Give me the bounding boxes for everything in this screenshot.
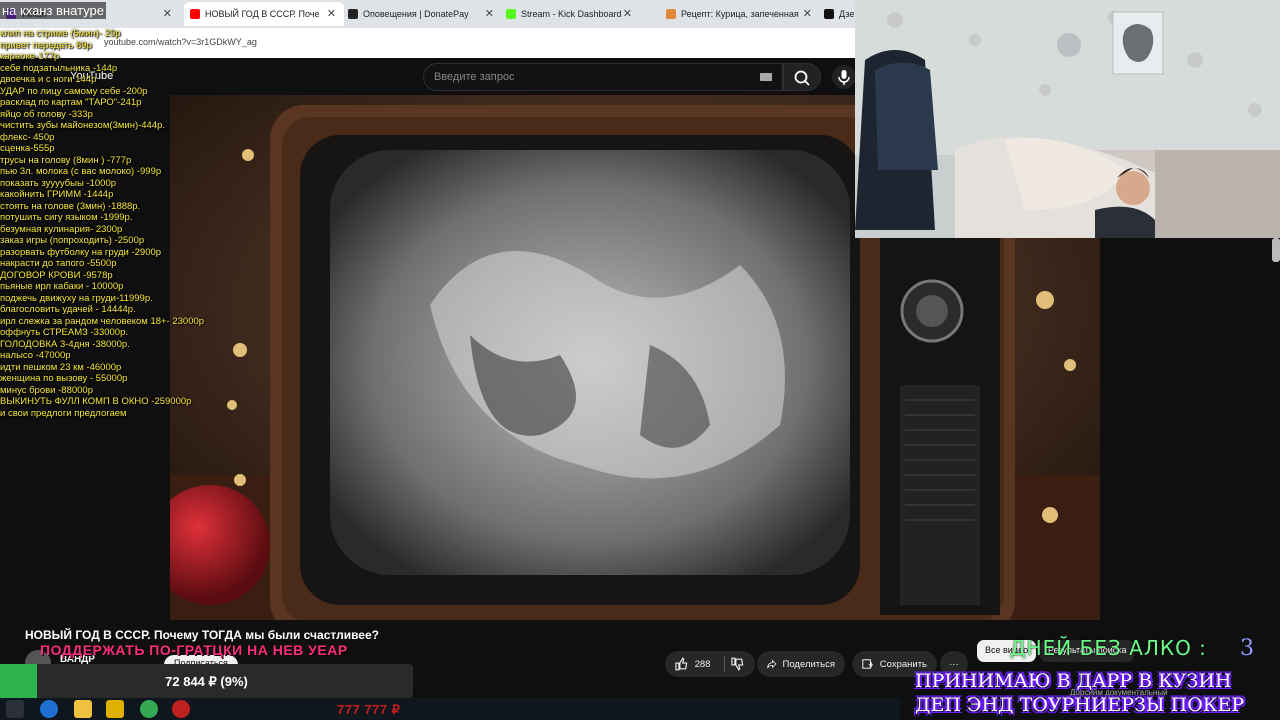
- tab-favicon-icon: [348, 9, 358, 19]
- tab-label: Рецепт: Курица, запеченная: [681, 9, 799, 19]
- donation-item: двоечка и с ноги 144р: [0, 74, 97, 85]
- page-scrollbar[interactable]: [1272, 238, 1280, 262]
- donation-item: себе подзатыльника -144р: [0, 62, 118, 74]
- tab-favicon-icon: [190, 9, 200, 19]
- microphone-icon: [838, 70, 850, 85]
- like-dislike-group[interactable]: 288: [665, 651, 755, 677]
- donation-item: женщина по вызову - 55000р: [0, 373, 128, 384]
- tab-favicon-icon: [666, 9, 676, 19]
- donation-goal-text: 72 844 ₽ (9%): [165, 674, 248, 689]
- donation-item: привет передать 89р: [0, 39, 92, 51]
- close-tab-icon[interactable]: ✕: [485, 7, 494, 20]
- search-icon: [794, 70, 810, 86]
- chrome-icon[interactable]: [140, 700, 158, 718]
- donation-item: пьяные ирл кабаки - 10000р: [0, 281, 124, 292]
- donation-item: флекс- 450р: [0, 131, 55, 143]
- close-tab-icon[interactable]: ✕: [623, 7, 632, 20]
- days-sober-label: ДНЕЙ БЕЗ АЛКО :: [1010, 636, 1207, 660]
- support-text: ПОДДЕРЖАТЬ ПО-ГРАТЦКИ НА НЕВ УЕАР: [40, 642, 348, 658]
- donation-item: чистить зубы майонезом(3мин)-444р.: [0, 120, 166, 131]
- donation-item: показать зуууубыы -1000р: [0, 177, 117, 189]
- donation-item: заказ игры (попроходить) -2500р: [0, 235, 145, 246]
- close-tab-icon[interactable]: ✕: [803, 7, 812, 20]
- donation-item: расклад по картам "ТАРО"-241р: [0, 97, 142, 108]
- obs-icon[interactable]: [172, 700, 190, 718]
- like-count: 288: [694, 658, 711, 670]
- video-title: НОВЫЙ ГОД В СССР. Почему ТОГДА мы были с…: [25, 628, 379, 642]
- donation-item: накрасти до тапого -5500р: [0, 258, 117, 269]
- share-label: Поделиться: [782, 658, 835, 670]
- donation-item: разорвать футболку на груди -2900р: [0, 246, 162, 258]
- tab-label: НОВЫЙ ГОД В СССР. Поче: [205, 9, 320, 19]
- browser-tab[interactable]: Дзен: [818, 2, 858, 26]
- edge-icon[interactable]: [40, 700, 58, 718]
- browser-tab[interactable]: Stream - Kick Dashboard ✕: [500, 2, 640, 26]
- app-icon[interactable]: [106, 700, 124, 718]
- thumb-down-icon[interactable]: [731, 657, 745, 671]
- close-tab-icon[interactable]: ✕: [327, 7, 336, 20]
- browser-tab[interactable]: Рецепт: Курица, запеченная ✕: [660, 2, 820, 26]
- banner-line-2: ДЕП ЭНД ТОУРНИЕРЗЫ ПОКЕР: [915, 694, 1245, 716]
- donation-item: оффнуть СТРЕАМЗ -33000р.: [0, 327, 129, 338]
- save-label: Сохранить: [879, 658, 927, 670]
- donation-item: налысо -47000р: [0, 350, 71, 361]
- overlay-title: на кханз внатуре: [0, 2, 106, 19]
- tab-label: Stream - Kick Dashboard: [521, 9, 622, 19]
- webcam-frame: [855, 0, 1280, 238]
- donation-item: какойнить ГРИММ -1444р: [0, 189, 114, 200]
- keyboard-icon[interactable]: [760, 73, 772, 81]
- donation-item: трусы на голову (8мин ) -777р: [0, 154, 132, 166]
- donation-item: ирл слежка за рандом человеком 18+- 2300…: [0, 315, 205, 327]
- tab-label: Оповещения | DonatePay: [363, 9, 469, 19]
- goal-amount: 777 777 ₽: [337, 702, 401, 717]
- thumb-up-icon[interactable]: [675, 657, 689, 671]
- banner-line-1: ПРИНИМАЮ В ДАРР В КУЗИН: [915, 670, 1232, 692]
- donation-item: пью 3л. молока (с вас молоко) -999р: [0, 166, 162, 177]
- tab-favicon-icon: [824, 9, 834, 19]
- search-button[interactable]: [783, 63, 821, 91]
- webcam-overlay: [855, 0, 1280, 238]
- close-tab-icon[interactable]: ✕: [163, 7, 172, 20]
- browser-tab[interactable]: Оповещения | DonatePay ✕: [342, 2, 502, 26]
- donation-item: идти пешком 23 км -46000р: [0, 361, 122, 373]
- share-button[interactable]: Поделиться: [757, 651, 845, 677]
- voice-search-button[interactable]: [832, 65, 856, 89]
- donation-item: и свои предлоги предлогаем: [0, 407, 127, 419]
- donation-item: ВЫКИНУТЬ ФУЛЛ КОМП В ОКНО -259000р: [0, 396, 192, 407]
- donation-price-list: клип на стриме (5мин)- 29р привет передат…: [0, 28, 220, 419]
- save-icon: [862, 659, 873, 669]
- donation-item: благословить удачей - 14444р.: [0, 304, 136, 315]
- donation-goal-bar: 72 844 ₽ (9%): [0, 664, 413, 698]
- donation-item: минус брови -88000р: [0, 384, 93, 396]
- donation-item: сценка-555р: [0, 143, 55, 154]
- windows-taskbar: [0, 698, 900, 720]
- donation-item: безумная кулинария- 2300р: [0, 223, 123, 235]
- days-sober-count: 3: [1240, 636, 1254, 661]
- donation-item: ДОГОВОР КРОВИ -9578р: [0, 269, 113, 281]
- browser-tab[interactable]: НОВЫЙ ГОД В СССР. Поче ✕: [184, 2, 344, 26]
- folder-icon[interactable]: [74, 700, 92, 718]
- start-icon[interactable]: [6, 700, 24, 718]
- donation-item: УДАР по лицу самому себе -200р: [0, 85, 148, 97]
- share-icon: [767, 659, 777, 669]
- donation-item: караоке-177р: [0, 51, 60, 62]
- donation-item: клип на стриме (5мин)- 29р: [0, 28, 121, 39]
- donation-item: потушить сигу языком -1999р.: [0, 212, 133, 223]
- donation-item: яйцо об голову -333р: [0, 108, 93, 120]
- donation-item: поджечь движуху на груди-11999р.: [0, 292, 153, 304]
- donation-item: стоять на голове (3мин) -1888р.: [0, 200, 141, 212]
- search-input[interactable]: Введите запрос: [423, 63, 783, 91]
- donation-item: ГОЛОДОВКА 3-4дня -38000р.: [0, 338, 130, 350]
- video-right-edge: [1100, 238, 1272, 620]
- tab-favicon-icon: [506, 9, 516, 19]
